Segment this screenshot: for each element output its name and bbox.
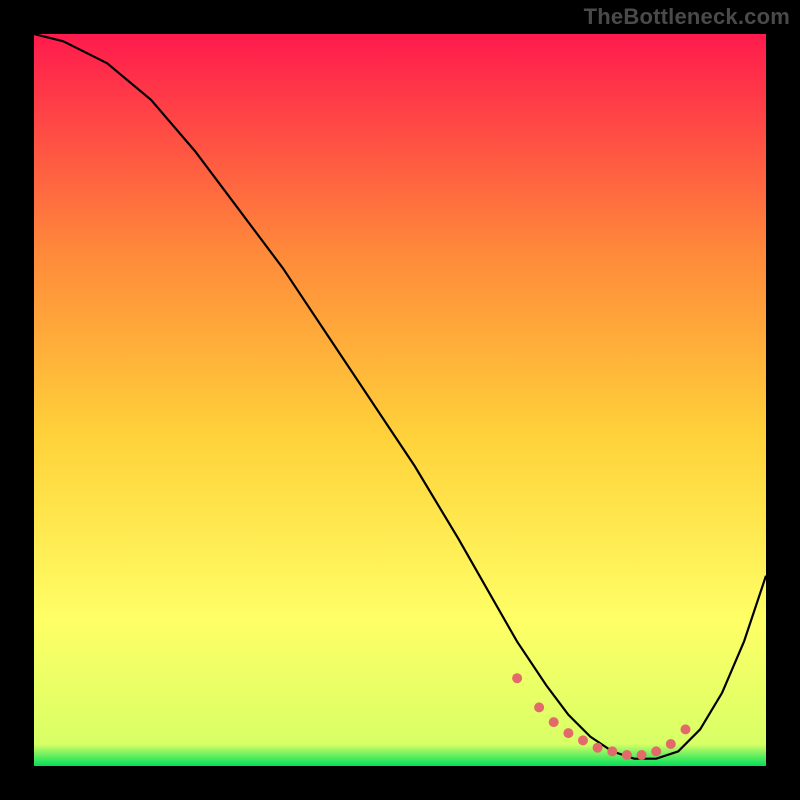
sweet-spot-dot	[637, 750, 647, 760]
chart-frame: TheBottleneck.com	[0, 0, 800, 800]
sweet-spot-dot	[622, 750, 632, 760]
sweet-spot-dot	[666, 739, 676, 749]
sweet-spot-dot	[593, 743, 603, 753]
chart-svg	[34, 34, 766, 766]
sweet-spot-dot	[512, 673, 522, 683]
sweet-spot-dot	[681, 724, 691, 734]
watermark-text: TheBottleneck.com	[584, 4, 790, 30]
sweet-spot-dot	[651, 746, 661, 756]
sweet-spot-dot	[563, 728, 573, 738]
sweet-spot-dot	[534, 702, 544, 712]
sweet-spot-dot	[607, 746, 617, 756]
sweet-spot-dot	[578, 735, 588, 745]
plot-area	[34, 34, 766, 766]
sweet-spot-dot	[549, 717, 559, 727]
gradient-background	[34, 34, 766, 766]
